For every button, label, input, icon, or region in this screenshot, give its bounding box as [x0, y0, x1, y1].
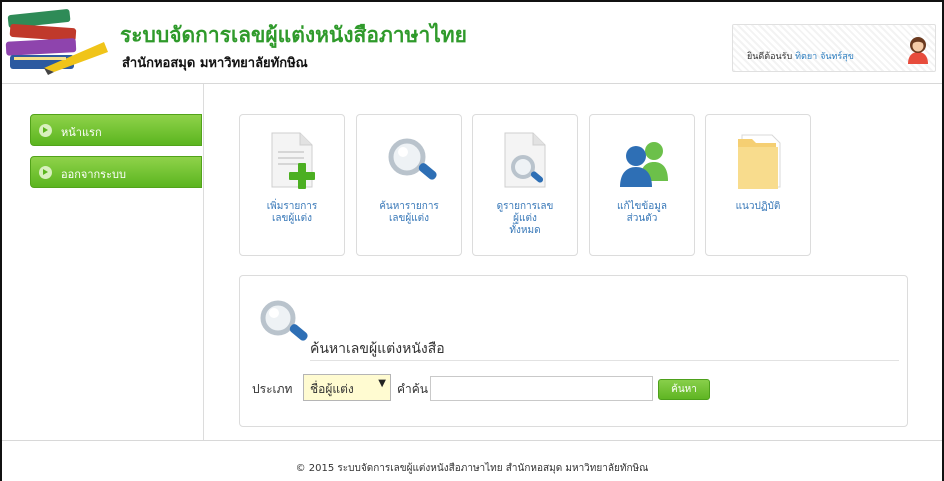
- sidebar: หน้าแรก ออกจากระบบ: [2, 84, 204, 440]
- tile-label: เพิ่มรายการ เลขผู้แต่ง: [242, 201, 342, 225]
- tile-label-line: เพิ่มรายการ: [266, 201, 318, 212]
- welcome-prefix: ยินดีต้อนรับ: [747, 52, 793, 62]
- app-title: ระบบจัดการเลขผู้แต่งหนังสือภาษาไทย: [120, 23, 467, 47]
- tile-search-author-number[interactable]: ค้นหารายการ เลขผู้แต่ง: [356, 114, 462, 256]
- search-panel: ค้นหาเลขผู้แต่งหนังสือ ประเภท ชื่อผู้แต่…: [239, 275, 908, 427]
- tile-label-line: ทั้งหมด: [509, 225, 541, 236]
- search-input[interactable]: [430, 376, 653, 401]
- sidebar-item-logout[interactable]: ออกจากระบบ: [30, 156, 202, 188]
- tile-label: แก้ไขข้อมูล ส่วนตัว: [592, 201, 692, 225]
- dropdown-arrow-icon: ▼: [378, 378, 386, 389]
- folder-icon: [738, 134, 781, 189]
- tile-label: แนวปฏิบัติ: [708, 201, 808, 213]
- users-icon: [620, 142, 668, 187]
- tile-label-line: เลขผู้แต่ง: [271, 213, 313, 224]
- type-select[interactable]: ชื่อผู้แต่ง ▼: [303, 374, 391, 401]
- female-user-avatar-icon: [908, 37, 928, 64]
- arrow-bullet-icon: [39, 166, 52, 179]
- welcome-text: ยินดีต้อนรับ ทิตยา จันทร์สุข: [747, 49, 854, 63]
- term-label: คำค้น: [397, 382, 428, 396]
- document-search-icon: [504, 132, 546, 188]
- welcome-box: ยินดีต้อนรับ ทิตยา จันทร์สุข: [732, 24, 936, 72]
- tile-label-line: ผู้แต่ง: [513, 213, 537, 224]
- tile-add-author-number[interactable]: เพิ่มรายการ เลขผู้แต่ง: [239, 114, 345, 256]
- magnifier-icon: [388, 138, 437, 180]
- sidebar-item-home[interactable]: หน้าแรก: [30, 114, 202, 146]
- tile-label-line: เลขผู้แต่ง: [388, 213, 430, 224]
- page-frame: ระบบจัดการเลขผู้แต่งหนังสือภาษาไทย สำนัก…: [0, 0, 944, 481]
- type-select-value: ชื่อผู้แต่ง: [310, 382, 354, 396]
- footer: © 2015 ระบบจัดการเลขผู้แต่งหนังสือภาษาไท…: [2, 440, 942, 481]
- tile-edit-profile[interactable]: แก้ไขข้อมูล ส่วนตัว: [589, 114, 695, 256]
- arrow-bullet-icon: [39, 124, 52, 137]
- tile-label-line: ค้นหารายการ: [379, 201, 439, 212]
- tile-guidelines[interactable]: แนวปฏิบัติ: [705, 114, 811, 256]
- header: ระบบจัดการเลขผู้แต่งหนังสือภาษาไทย สำนัก…: [2, 2, 942, 84]
- tile-label-line: แนวปฏิบัติ: [735, 201, 781, 212]
- tile-label-line: แก้ไขข้อมูล: [617, 201, 667, 212]
- sidebar-item-label: หน้าแรก: [61, 126, 102, 139]
- add-document-icon: [271, 132, 315, 189]
- books-stack-logo: [5, 9, 108, 75]
- tile-label-line: ส่วนตัว: [626, 213, 658, 224]
- magnifier-icon: [260, 300, 308, 341]
- tile-view-all-numbers[interactable]: ดูรายการเลข ผู้แต่ง ทั้งหมด: [472, 114, 578, 256]
- sidebar-item-label: ออกจากระบบ: [61, 168, 126, 181]
- tile-label: ค้นหารายการ เลขผู้แต่ง: [359, 201, 459, 225]
- search-heading: ค้นหาเลขผู้แต่งหนังสือ: [310, 341, 445, 357]
- tile-label: ดูรายการเลข ผู้แต่ง ทั้งหมด: [475, 201, 575, 237]
- footer-text: © 2015 ระบบจัดการเลขผู้แต่งหนังสือภาษาไท…: [295, 463, 649, 474]
- type-label: ประเภท: [252, 382, 293, 396]
- divider: [310, 360, 899, 361]
- user-name-link[interactable]: ทิตยา จันทร์สุข: [795, 52, 854, 62]
- search-button[interactable]: ค้นหา: [658, 379, 710, 400]
- tile-label-line: ดูรายการเลข: [496, 201, 554, 212]
- app-subtitle: สำนักหอสมุด มหาวิทยาลัยทักษิณ: [122, 56, 308, 71]
